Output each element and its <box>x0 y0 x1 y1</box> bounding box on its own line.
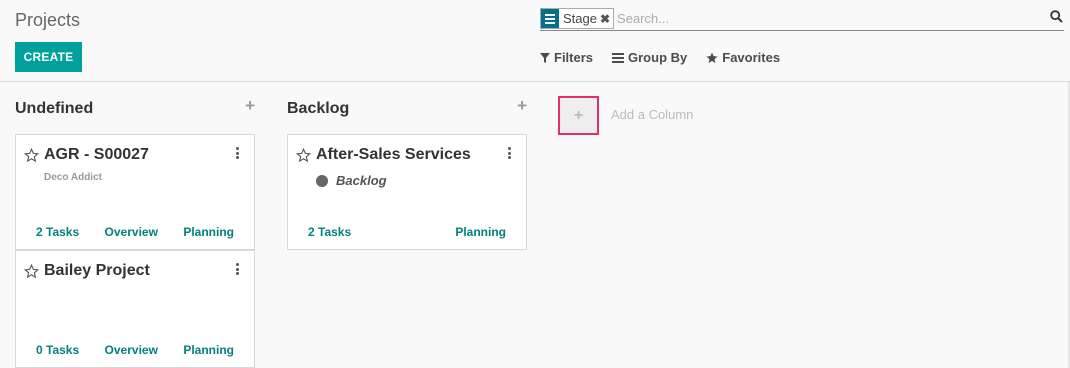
column-quick-create-button[interactable]: + <box>517 96 527 116</box>
kanban-column-backlog: Backlog + After-Sales Services Backlog 2… <box>287 82 527 250</box>
stage-dot-icon <box>316 174 328 187</box>
card-stage: Backlog <box>316 173 387 188</box>
filters-dropdown[interactable]: Filters <box>540 50 593 65</box>
overview-link[interactable]: Overview <box>105 225 158 239</box>
list-icon <box>612 52 625 63</box>
star-outline-icon[interactable] <box>295 147 312 168</box>
card-links: 2 Tasks Overview Planning <box>36 225 234 239</box>
card-title: After-Sales Services <box>316 146 471 163</box>
kanban-column-undefined: Undefined + AGR - S00027 Deco Addict 2 T… <box>15 82 255 368</box>
stage-label: Backlog <box>336 173 387 188</box>
tasks-link[interactable]: 0 Tasks <box>36 343 79 357</box>
planning-link[interactable]: Planning <box>183 225 234 239</box>
column-title: Undefined <box>15 100 94 117</box>
filter-bar: Filters Group By Favorites <box>540 50 799 65</box>
star-outline-icon[interactable] <box>23 147 40 168</box>
page-title: Projects <box>15 10 81 30</box>
card-menu-icon[interactable] <box>236 147 240 159</box>
tasks-link[interactable]: 2 Tasks <box>36 225 79 239</box>
tasks-link[interactable]: 2 Tasks <box>308 225 351 239</box>
card-links: 0 Tasks Overview Planning <box>36 343 234 357</box>
column-header: Backlog + <box>287 82 527 134</box>
add-column-label[interactable]: Add a Column <box>611 107 693 122</box>
column-header: Undefined + <box>15 82 255 134</box>
search-bar: Stage ✖ <box>540 7 1064 31</box>
project-card[interactable]: AGR - S00027 Deco Addict 2 Tasks Overvie… <box>15 134 255 250</box>
star-icon <box>706 52 718 63</box>
favorites-dropdown[interactable]: Favorites <box>706 50 780 65</box>
card-menu-icon[interactable] <box>236 263 240 275</box>
card-menu-icon[interactable] <box>508 147 512 159</box>
card-title: Bailey Project <box>44 262 150 279</box>
overview-link[interactable]: Overview <box>105 343 158 357</box>
filter-icon <box>540 52 550 63</box>
group-by-dropdown[interactable]: Group By <box>612 50 687 65</box>
facet-remove-icon[interactable]: ✖ <box>600 12 613 26</box>
group-by-icon <box>541 9 559 28</box>
favorites-label: Favorites <box>722 50 781 65</box>
group-by-label: Group By <box>628 50 688 65</box>
search-facet-stage: Stage ✖ <box>540 8 615 29</box>
search-icon[interactable] <box>1050 10 1064 26</box>
planning-link[interactable]: Planning <box>455 225 506 239</box>
column-title: Backlog <box>287 100 350 117</box>
column-quick-create-button[interactable]: + <box>245 96 255 116</box>
project-card[interactable]: After-Sales Services Backlog 2 Tasks Pla… <box>287 134 527 250</box>
card-title: AGR - S00027 <box>44 146 149 163</box>
control-panel: Projects CREATE Stage ✖ Filters Group By… <box>0 0 1070 82</box>
card-customer: Deco Addict <box>44 172 102 183</box>
add-column-button[interactable]: + <box>558 96 599 135</box>
filters-label: Filters <box>554 50 594 65</box>
search-input[interactable] <box>617 8 1038 29</box>
create-button[interactable]: CREATE <box>15 42 82 72</box>
star-outline-icon[interactable] <box>23 263 40 284</box>
planning-link[interactable]: Planning <box>183 343 234 357</box>
project-card[interactable]: Bailey Project 0 Tasks Overview Planning <box>15 250 255 368</box>
facet-value: Stage <box>563 11 597 26</box>
card-links: 2 Tasks Planning <box>308 225 506 239</box>
